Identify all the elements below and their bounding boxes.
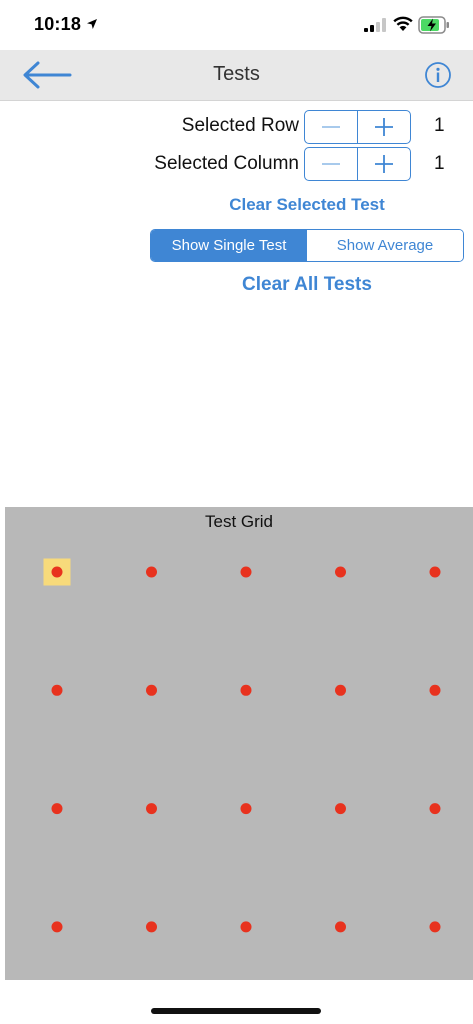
minus-icon [322, 126, 340, 128]
selected-column-label: Selected Column [154, 153, 299, 174]
selected-row-value: 1 [434, 115, 445, 136]
grid-point-r1-c4[interactable] [335, 566, 346, 578]
clear-selected-test-button[interactable]: Clear Selected Test [150, 195, 464, 215]
grid-point-r2-c4[interactable] [335, 684, 346, 696]
column-decrement-button[interactable] [305, 148, 357, 180]
view-mode-segmented-control[interactable]: Show Single Test Show Average [150, 229, 464, 262]
row-decrement-button[interactable] [305, 111, 357, 143]
grid-point-r2-c3[interactable] [240, 684, 252, 696]
grid-point-r1-c1[interactable] [51, 566, 63, 578]
home-indicator [151, 1008, 321, 1014]
wifi-icon [393, 16, 413, 31]
status-bar: 10:18 [0, 0, 473, 50]
grid-point-r3-c5[interactable] [429, 803, 441, 815]
test-grid-canvas[interactable] [5, 507, 473, 980]
grid-point-r1-c5[interactable] [429, 566, 441, 578]
grid-point-r3-c3[interactable] [240, 803, 252, 815]
location-arrow-icon [87, 19, 97, 29]
grid-point-r4-c3[interactable] [240, 921, 252, 933]
status-time: 10:18 [34, 14, 82, 34]
selected-row-stepper[interactable] [304, 110, 411, 144]
clear-all-tests-button[interactable]: Clear All Tests [150, 274, 464, 296]
grid-point-r4-c5[interactable] [429, 921, 441, 933]
grid-point-r3-c1[interactable] [51, 803, 63, 815]
grid-point-r1-c3[interactable] [240, 566, 252, 578]
show-single-test-option[interactable]: Show Single Test [151, 230, 307, 261]
grid-point-r3-c2[interactable] [146, 803, 157, 815]
info-icon[interactable] [424, 61, 452, 89]
selected-column-stepper[interactable] [304, 147, 411, 181]
grid-point-r3-c4[interactable] [335, 803, 346, 815]
grid-point-r4-c2[interactable] [146, 921, 157, 933]
grid-point-r4-c1[interactable] [51, 921, 63, 933]
navigation-bar: Tests [0, 50, 473, 101]
plus-icon [375, 118, 393, 136]
grid-point-r4-c4[interactable] [335, 921, 346, 933]
selected-column-value: 1 [434, 153, 445, 174]
plus-icon [375, 155, 393, 173]
page-title: Tests [213, 63, 260, 85]
cellular-signal-icon [364, 18, 386, 32]
battery-charging-icon [418, 16, 449, 34]
test-grid-title: Test Grid [204, 512, 274, 531]
grid-point-r2-c1[interactable] [51, 684, 63, 696]
grid-point-r2-c5[interactable] [429, 684, 441, 696]
minus-icon [322, 163, 340, 165]
grid-point-r1-c2[interactable] [146, 566, 157, 578]
row-increment-button[interactable] [357, 111, 410, 143]
column-increment-button[interactable] [357, 148, 410, 180]
selected-row-label: Selected Row [181, 115, 299, 136]
grid-point-r2-c2[interactable] [146, 684, 157, 696]
test-grid[interactable]: Test Grid [5, 507, 473, 980]
show-average-option[interactable]: Show Average [307, 230, 463, 261]
